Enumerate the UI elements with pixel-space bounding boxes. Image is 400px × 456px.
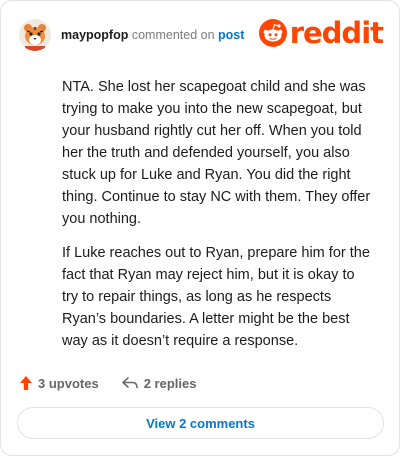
user-avatar[interactable]: [19, 19, 51, 51]
post-link[interactable]: post: [218, 28, 244, 42]
upvote-button[interactable]: 3 upvotes: [19, 375, 99, 391]
reply-arrow-icon: [121, 377, 138, 389]
comment-paragraph: NTA. She lost her scapegoat child and sh…: [62, 79, 371, 227]
replies-button[interactable]: 2 replies: [121, 375, 197, 391]
comment-body: NTA. She lost her scapegoat child and sh…: [62, 76, 372, 364]
upvote-count: 3 upvotes: [38, 375, 99, 391]
view-comments-button[interactable]: View 2 comments: [17, 407, 384, 439]
comment-card: maypopfop commented on post reddit NTA. …: [0, 0, 400, 456]
upvote-arrow-icon: [20, 376, 32, 390]
reddit-wordmark: reddit: [289, 16, 384, 50]
commented-on-text: commented on: [131, 28, 215, 42]
reddit-snoo-icon: [258, 19, 287, 47]
username-link[interactable]: maypopfop: [61, 28, 128, 42]
comment-meta: maypopfop commented on post: [61, 27, 244, 43]
reddit-logo[interactable]: reddit: [258, 16, 384, 50]
replies-count: 2 replies: [143, 375, 197, 391]
comment-actions: 3 upvotes 2 replies: [19, 373, 196, 393]
comment-header: maypopfop commented on post: [19, 17, 244, 53]
comment-paragraph: If Luke reaches out to Ryan, prepare him…: [62, 245, 370, 349]
avatar-tiger-icon: [19, 19, 51, 51]
